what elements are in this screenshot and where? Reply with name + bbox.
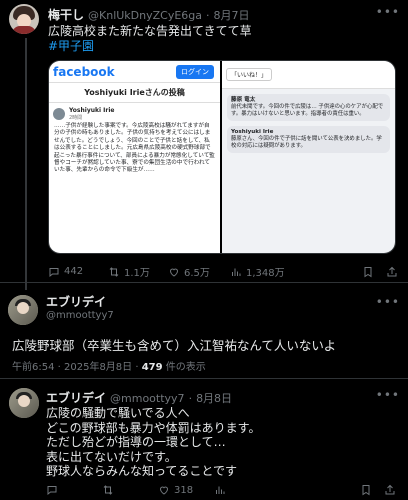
post-2-focused[interactable]: エブリデイ @mmoottyy7 ••• 広陵野球部（卒業生も含めて）入江智祐な… xyxy=(0,283,408,379)
fb-post-title: Yoshiyuki Irieさんの投稿 xyxy=(49,83,220,103)
post-3[interactable]: エブリデイ @mmoottyy7 · 8月8日 ••• 広陵の騒動で騒いでる人へ… xyxy=(0,380,408,500)
reply-count: 442 xyxy=(64,266,84,277)
bookmark-icon[interactable] xyxy=(360,484,372,496)
post-meta: 午前6:54 · 2025年8月8日 · 479 件の表示 xyxy=(12,358,206,373)
post-line: 表に出てないだけです。 xyxy=(46,449,177,464)
post-date[interactable]: 8月8日 xyxy=(196,390,232,406)
post-line: 広陵の騒動で騒いでる人へ xyxy=(46,406,190,420)
more-options-icon[interactable]: ••• xyxy=(376,295,400,309)
handle[interactable]: @mmoottyy7 xyxy=(110,392,185,405)
post-body: 広陵野球部（卒業生も含めて）入江智祐なんて人いないよ xyxy=(12,338,337,353)
post-timestamp[interactable]: 午前6:54 · 2025年8月8日 · xyxy=(12,362,142,373)
fb-comment-author: Yoshiyuki Irie xyxy=(231,129,274,135)
post-date[interactable]: 8月7日 xyxy=(214,7,250,23)
fb-comment: Yoshiyuki Irie 藤原さん、今回の件で子供に話を聞いて公表を決めまし… xyxy=(227,126,390,153)
facebook-logo: facebook xyxy=(53,64,115,79)
fb-like-button: 「いいね！」 xyxy=(226,68,273,81)
repost-button[interactable] xyxy=(102,484,158,496)
fb-comment-text: 前代未聞です。今回の件で広陵は… 子供達の心のケアが心配です。暴力はいけないと思… xyxy=(231,104,384,117)
heart-icon xyxy=(159,486,169,495)
views-label: 件の表示 xyxy=(165,362,206,373)
separator-dot: · xyxy=(206,9,210,22)
screenshot-facebook-post[interactable]: facebook ログイン Yoshiyuki Irieさんの投稿 Yoshiy… xyxy=(49,61,220,253)
fb-comment: 藤原 竜太 前代未聞です。今回の件で広陵は… 子供達の心のケアが心配です。暴力は… xyxy=(227,94,390,121)
media-attachment[interactable]: facebook ログイン Yoshiyuki Irieさんの投稿 Yoshiy… xyxy=(48,60,396,254)
share-icon[interactable] xyxy=(384,484,396,496)
fb-reaction-bar: 「いいね！」 xyxy=(222,61,395,89)
post-1[interactable]: 梅干し @KnlUkDnyZCyE6ga · 8月7日 ••• 広陵高校また新た… xyxy=(0,0,408,290)
repost-icon xyxy=(109,266,119,277)
repost-icon xyxy=(103,485,113,495)
views-count: 1,348万 xyxy=(246,268,285,279)
fb-author: Yoshiyuki Irie 2時間 xyxy=(49,103,220,123)
display-name[interactable]: エブリデイ xyxy=(46,389,106,406)
reply-icon xyxy=(47,486,57,496)
repost-button[interactable]: 1.1万 xyxy=(108,264,168,279)
handle[interactable]: @KnlUkDnyZCyE6ga xyxy=(88,9,202,22)
avatar[interactable] xyxy=(9,4,39,34)
views-count: 479 xyxy=(141,362,163,373)
fb-comment-author: 藤原 竜太 xyxy=(231,97,256,103)
like-button[interactable]: 318 xyxy=(158,484,214,496)
avatar[interactable] xyxy=(9,388,39,418)
display-name[interactable]: 梅干し xyxy=(48,6,84,23)
separator-dot: · xyxy=(188,392,193,405)
like-count: 318 xyxy=(174,484,194,496)
reply-button[interactable]: 442 xyxy=(48,266,108,278)
views-button[interactable] xyxy=(214,484,278,496)
post-body: 広陵の騒動で騒いでる人へ どこの野球部も暴力や体罰はあります。 ただし殆どが指導… xyxy=(46,406,396,479)
reply-button[interactable] xyxy=(46,484,102,496)
fb-author-name: Yoshiyuki Irie xyxy=(69,107,115,114)
display-name[interactable]: エブリデイ xyxy=(46,293,106,310)
heart-icon xyxy=(169,268,179,277)
fb-author-avatar xyxy=(53,108,65,120)
post-line: 野球人ならみんな知ってることです xyxy=(46,464,238,478)
repost-count: 1.1万 xyxy=(124,268,150,279)
more-options-icon[interactable]: ••• xyxy=(376,5,400,19)
action-bar: 318 xyxy=(46,484,396,496)
fb-comment-text: 藤原さん、今回の件で子供に話を聞いて公表を決めました。学校の対応には疑問がありま… xyxy=(231,136,382,149)
fb-post-body: ……子供が経験した事案です。今広陵高校は騒がれてますが自分の子供の時もありました… xyxy=(54,123,215,174)
post-header: 梅干し @KnlUkDnyZCyE6ga · 8月7日 xyxy=(48,6,250,23)
views-icon xyxy=(232,268,241,276)
share-icon[interactable] xyxy=(386,266,398,278)
avatar[interactable] xyxy=(8,295,38,325)
hashtag-link[interactable]: #甲子園 xyxy=(48,39,398,54)
post-line: どこの野球部も暴力や体罰はあります。 xyxy=(46,420,261,435)
fb-topbar: facebook ログイン xyxy=(49,61,220,83)
like-button[interactable]: 6.5万 xyxy=(168,264,230,279)
more-options-icon[interactable]: ••• xyxy=(376,388,400,402)
views-icon xyxy=(216,486,225,494)
post-text: 広陵高校また新たな告発出てきてて草 #甲子園 xyxy=(48,24,398,54)
screenshot-facebook-comments[interactable]: 「いいね！」 藤原 竜太 前代未聞です。今回の件で広陵は… 子供達の心のケアが心… xyxy=(222,61,395,253)
like-count: 6.5万 xyxy=(184,268,210,279)
reply-icon xyxy=(49,267,59,277)
fb-login-button: ログイン xyxy=(176,64,214,79)
post-body: 広陵高校また新たな告発出てきてて草 xyxy=(48,24,252,38)
handle[interactable]: @mmoottyy7 xyxy=(46,310,114,321)
views-button[interactable]: 1,348万 xyxy=(230,264,292,279)
post-line: ただし殆どが指導の一環として… xyxy=(46,435,226,449)
action-bar: 442 1.1万 6.5万 1,348万 xyxy=(48,264,398,279)
bookmark-icon[interactable] xyxy=(362,266,374,278)
thread-line xyxy=(25,38,27,290)
post-header: エブリデイ @mmoottyy7 · 8月8日 xyxy=(46,389,232,406)
fb-author-date: 2時間 xyxy=(69,115,83,121)
